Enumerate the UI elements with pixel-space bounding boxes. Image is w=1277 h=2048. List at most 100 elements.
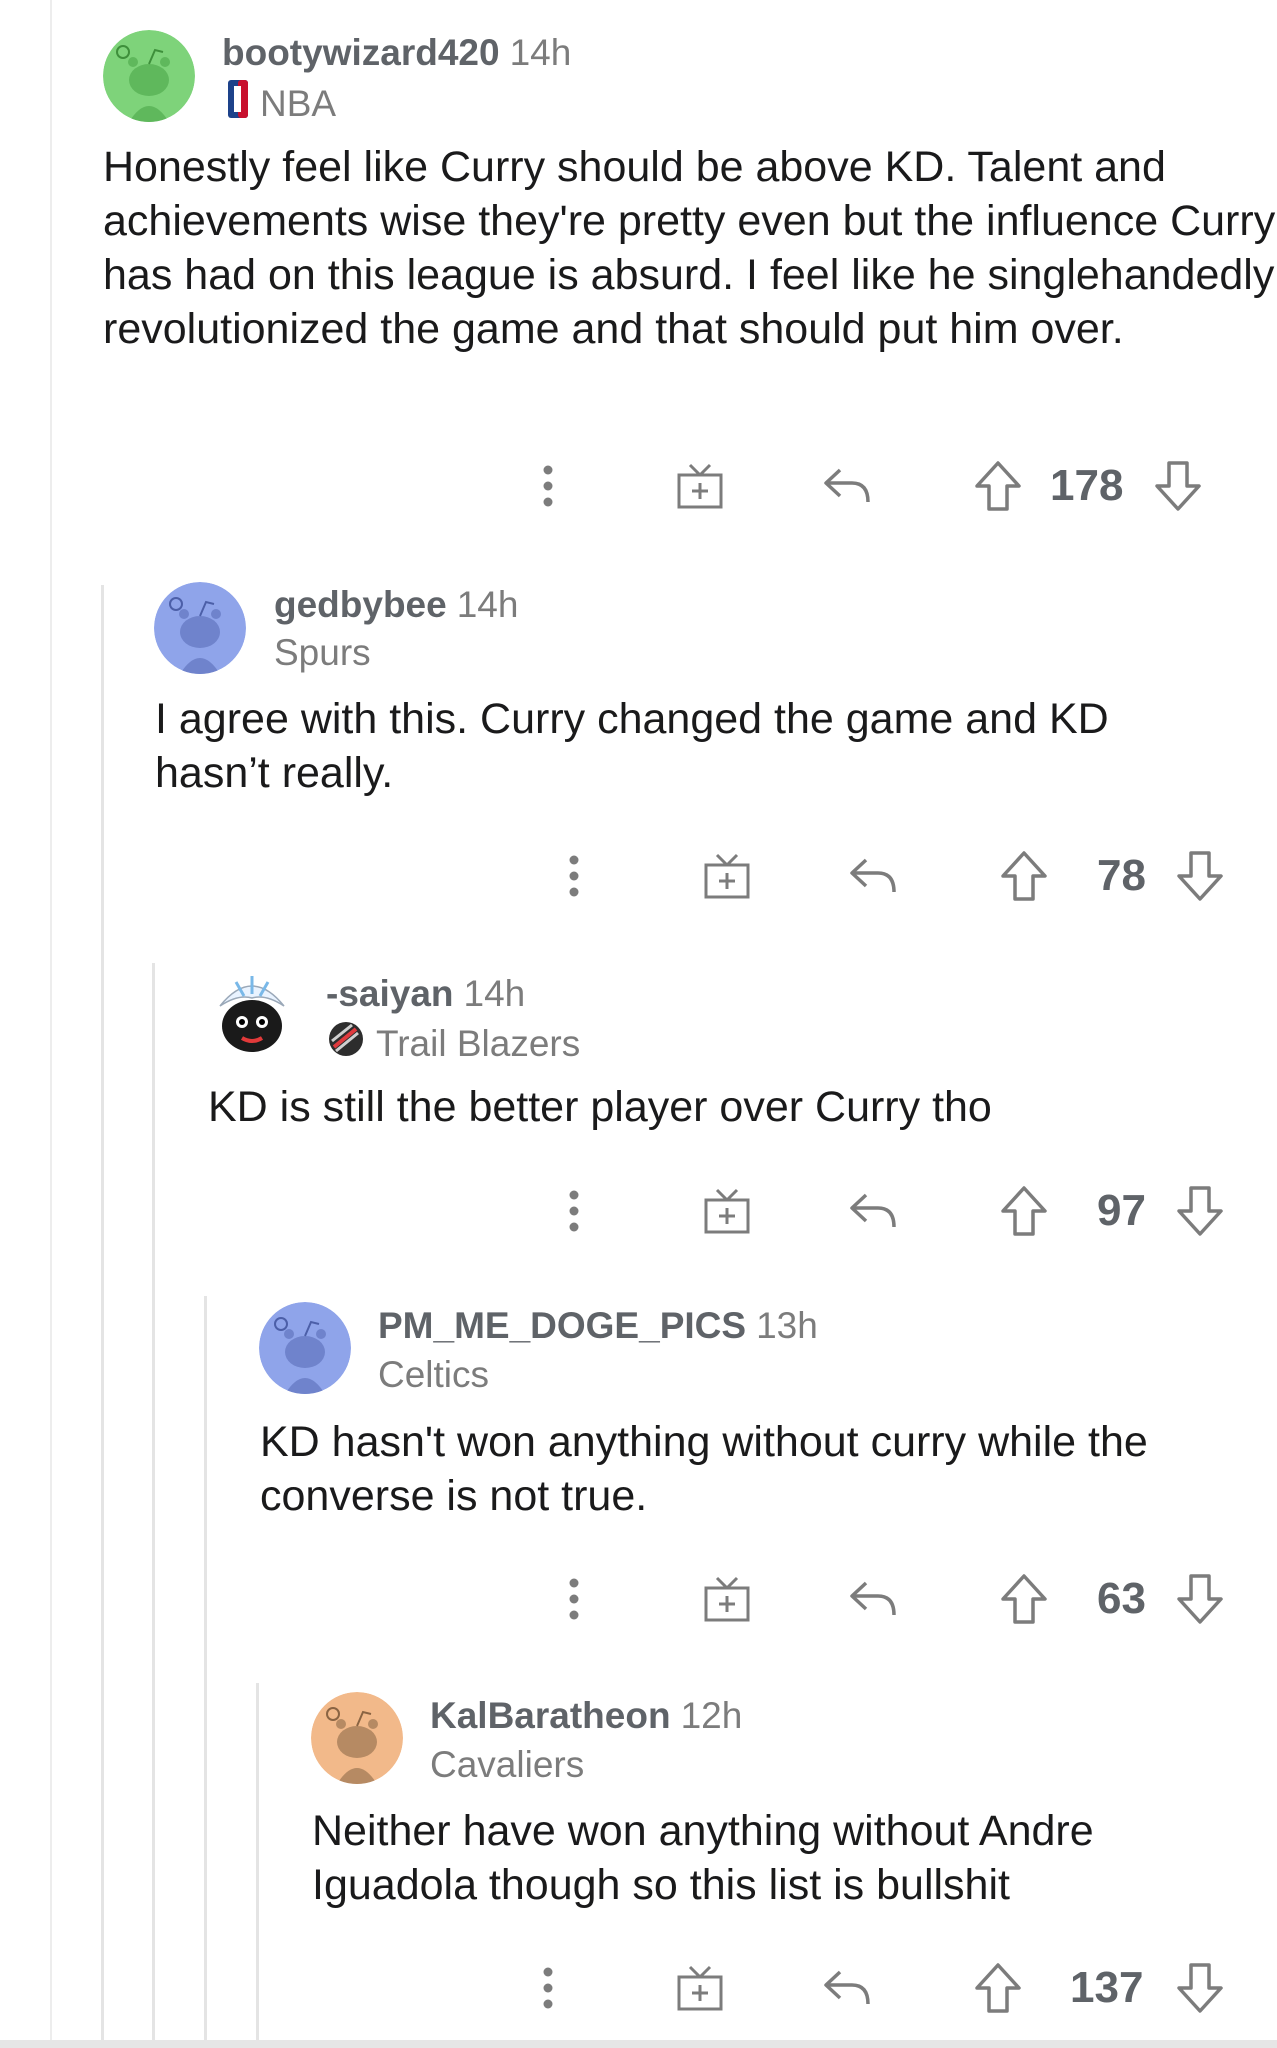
comment-meta: PM_ME_DOGE_PICS 13h xyxy=(378,1307,818,1344)
username[interactable]: gedbybee xyxy=(274,584,447,625)
more-options-icon xyxy=(543,465,553,507)
snoo-avatar-icon xyxy=(103,30,195,122)
thread-line-depth-1[interactable] xyxy=(101,585,104,2048)
downvote-button[interactable] xyxy=(1170,1569,1230,1629)
vote-score: 97 xyxy=(1097,1186,1146,1235)
timestamp: 14h xyxy=(463,973,526,1014)
avatar[interactable] xyxy=(154,582,246,674)
timestamp: 14h xyxy=(456,584,519,625)
avatar[interactable] xyxy=(206,970,298,1062)
downvote-icon xyxy=(1177,1574,1223,1624)
comment-actions: 97 xyxy=(0,1181,1277,1241)
more-options-icon xyxy=(569,1578,579,1620)
upvote-icon xyxy=(975,461,1021,511)
upvote-button[interactable] xyxy=(994,1569,1054,1629)
comment-body: Neither have won anything without Andre … xyxy=(312,1807,1094,1909)
nba-logo-icon xyxy=(228,80,248,127)
reply-icon xyxy=(824,468,870,503)
award-button[interactable] xyxy=(670,1958,730,2018)
more-options-icon xyxy=(569,855,579,897)
upvote-button[interactable] xyxy=(968,456,1028,516)
flair-text: NBA xyxy=(260,82,337,124)
avatar[interactable] xyxy=(311,1692,403,1784)
upvote-button[interactable] xyxy=(994,846,1054,906)
thread-line-depth-3[interactable] xyxy=(204,1296,207,2048)
avatar[interactable] xyxy=(103,30,195,122)
more-options-icon xyxy=(543,1967,553,2009)
user-flair: Spurs xyxy=(274,632,371,674)
upvote-button[interactable] xyxy=(994,1181,1054,1241)
username[interactable]: PM_ME_DOGE_PICS xyxy=(378,1305,746,1346)
award-icon xyxy=(704,1188,750,1234)
avatar[interactable] xyxy=(259,1302,351,1394)
username[interactable]: KalBaratheon xyxy=(430,1695,671,1736)
reply-button[interactable] xyxy=(843,846,903,906)
bottom-edge xyxy=(0,2040,1277,2048)
user-flair: Celtics xyxy=(378,1354,489,1396)
reply-button[interactable] xyxy=(843,1569,903,1629)
reply-button[interactable] xyxy=(817,456,877,516)
more-options-button[interactable] xyxy=(528,1958,568,2018)
vote-score: 178 xyxy=(1050,461,1124,510)
comment-body: KD hasn't won anything without curry whi… xyxy=(260,1418,1148,1520)
reply-icon xyxy=(850,1193,896,1228)
user-flair: NBA xyxy=(228,80,336,127)
timestamp: 13h xyxy=(756,1305,818,1346)
downvote-button[interactable] xyxy=(1170,1181,1230,1241)
more-options-button[interactable] xyxy=(528,456,568,516)
timestamp: 14h xyxy=(509,32,572,73)
comment-body: Honestly feel like Curry should be above… xyxy=(103,143,1276,353)
award-icon xyxy=(677,463,723,509)
more-options-button[interactable] xyxy=(554,1569,594,1629)
username[interactable]: -saiyan xyxy=(326,973,454,1014)
upvote-button[interactable] xyxy=(968,1958,1028,2018)
award-button[interactable] xyxy=(697,846,757,906)
award-button[interactable] xyxy=(670,456,730,516)
trail-blazers-logo-icon xyxy=(328,1021,364,1066)
award-button[interactable] xyxy=(697,1181,757,1241)
upvote-icon xyxy=(1001,1574,1047,1624)
snoo-avatar-icon xyxy=(259,1302,351,1394)
comment-body: KD is still the better player over Curry… xyxy=(208,1083,992,1131)
vote-score: 78 xyxy=(1097,851,1146,900)
award-button[interactable] xyxy=(697,1569,757,1629)
flair-text: Spurs xyxy=(274,632,371,673)
reply-button[interactable] xyxy=(817,1958,877,2018)
comment-actions: 63 xyxy=(0,1569,1277,1629)
comment-meta: KalBaratheon 12h xyxy=(430,1697,742,1734)
downvote-icon xyxy=(1177,1186,1223,1236)
comment-meta: bootywizard420 14h xyxy=(222,34,571,71)
vote-score: 63 xyxy=(1097,1574,1146,1623)
comment-meta: -saiyan 14h xyxy=(326,975,525,1012)
downvote-button[interactable] xyxy=(1170,1958,1230,2018)
username[interactable]: bootywizard420 xyxy=(222,32,500,73)
award-icon xyxy=(677,1965,723,2011)
downvote-icon xyxy=(1177,851,1223,901)
upvote-icon xyxy=(1001,1186,1047,1236)
vote-score: 137 xyxy=(1070,1963,1144,2012)
snoo-avatar-icon xyxy=(311,1692,403,1784)
award-icon xyxy=(704,1576,750,1622)
snoo-avatar-icon xyxy=(154,582,246,674)
thread-line-depth-2[interactable] xyxy=(152,963,155,2048)
award-icon xyxy=(704,853,750,899)
flair-text: Celtics xyxy=(378,1354,490,1395)
comment-actions: 78 xyxy=(0,846,1277,906)
timestamp: 12h xyxy=(680,1695,743,1736)
more-options-button[interactable] xyxy=(554,1181,594,1241)
saiyan-avatar-icon xyxy=(206,970,298,1062)
upvote-icon xyxy=(1001,851,1047,901)
more-options-button[interactable] xyxy=(554,846,594,906)
downvote-button[interactable] xyxy=(1170,846,1230,906)
more-options-icon xyxy=(569,1190,579,1232)
comment-actions: 137 xyxy=(0,1958,1277,2018)
reply-icon xyxy=(850,858,896,893)
reply-icon xyxy=(850,1581,896,1616)
flair-text: Trail Blazers xyxy=(376,1022,581,1064)
user-flair: Cavaliers xyxy=(430,1744,584,1786)
user-flair: Trail Blazers xyxy=(328,1021,580,1066)
reply-button[interactable] xyxy=(843,1181,903,1241)
downvote-button[interactable] xyxy=(1148,456,1208,516)
downvote-icon xyxy=(1155,461,1201,511)
reply-icon xyxy=(824,1970,870,2005)
